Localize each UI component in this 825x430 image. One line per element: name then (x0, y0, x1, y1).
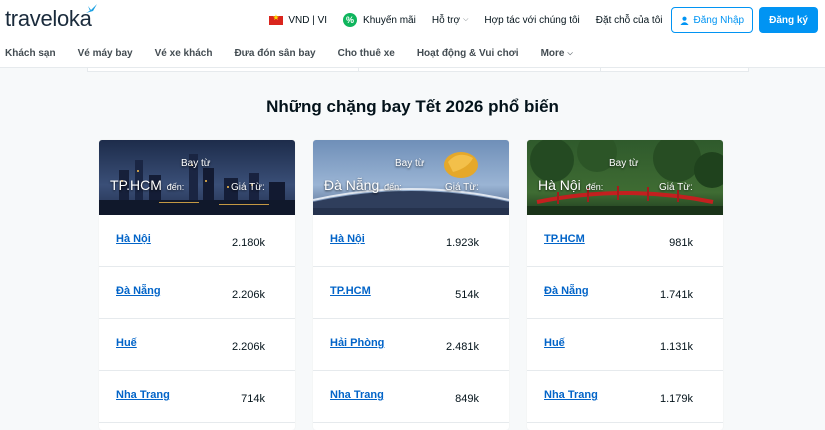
destination-link[interactable]: Huế (116, 337, 137, 349)
subnav-item-bus-tickets[interactable]: Vé xe khách (150, 48, 213, 59)
route-price: 2.481k (445, 341, 479, 353)
user-icon (679, 16, 689, 25)
route-row[interactable]: Hải Phòng 2.481k (313, 319, 509, 371)
vietnam-flag-icon (269, 13, 284, 25)
promo-link[interactable]: % Khuyến mãi (335, 13, 424, 27)
hero-origin-city: TP.HCM đến: (110, 177, 184, 193)
route-price: 1.131k (659, 341, 693, 353)
route-price: 714k (241, 393, 265, 405)
destination-link[interactable]: Nha Trang (544, 389, 598, 401)
route-card-danang: Bay từ Đà Nẵng đến: Giá Từ: Hà Nội 1.923… (313, 140, 509, 430)
hero-price-label: Giá Từ: (445, 182, 479, 193)
origin-city-name: Đà Nẵng (324, 177, 380, 193)
support-label: Hỗ trợ (431, 14, 461, 26)
hero-to-label: đến: (585, 182, 604, 192)
destination-link[interactable]: TP.HCM (330, 285, 371, 297)
partner-link[interactable]: Hợp tác với chúng tôi (476, 15, 587, 26)
currency-language-label: VND | VI (288, 14, 328, 26)
route-price: 514k (455, 289, 479, 301)
route-row[interactable]: Hà Nội 1.923k (313, 215, 509, 267)
route-row[interactable]: Nha Trang 849k (313, 371, 509, 423)
hero-origin-city: Đà Nẵng đến: (324, 177, 402, 193)
route-price: 2.180k (231, 237, 265, 249)
login-label: Đăng Nhập (693, 14, 745, 26)
route-row[interactable]: Đà Nẵng 1.741k (527, 267, 723, 319)
product-navigation: Khách sạn Vé máy bay Vé xe khách Đưa đón… (0, 40, 825, 68)
route-list: Hà Nội 1.923k TP.HCM 514k Hải Phòng 2.48… (313, 215, 509, 423)
route-card-hanoi: Bay từ Hà Nội đến: Giá Từ: TP.HCM 981k Đ… (527, 140, 723, 430)
subnav-item-hotels[interactable]: Khách sạn (0, 48, 56, 59)
search-panel-bottom-edge (87, 68, 749, 72)
route-price: 2.206k (231, 341, 265, 353)
percent-icon: % (343, 13, 358, 27)
hero-origin-city: Hà Nội đến: (538, 177, 603, 193)
route-price: 1.923k (445, 237, 479, 249)
route-list: Hà Nội 2.180k Đà Nẵng 2.206k Huế 2.206k … (99, 215, 295, 423)
subnav-item-activities[interactable]: Hoạt động & Vui chơi (412, 48, 519, 59)
route-row[interactable]: Hà Nội 2.180k (99, 215, 295, 267)
card-hero-hcm: Bay từ TP.HCM đến: Giá Từ: (99, 140, 295, 215)
top-navigation-bar: traveloka VND | VI % Khuyến mãi Hỗ trợ ⌵… (0, 0, 825, 40)
more-label: More (540, 48, 565, 59)
hero-from-label: Bay từ (609, 158, 639, 169)
route-row[interactable]: Nha Trang 714k (99, 371, 295, 423)
currency-language-selector[interactable]: VND | VI (261, 13, 335, 26)
signup-button[interactable]: Đăng ký (759, 7, 818, 33)
header-actions: VND | VI % Khuyến mãi Hỗ trợ ⌵ Hợp tác v… (261, 0, 825, 40)
support-menu[interactable]: Hỗ trợ ⌵ (424, 15, 477, 26)
destination-link[interactable]: Đà Nẵng (544, 285, 589, 297)
destination-link[interactable]: Đà Nẵng (116, 285, 161, 297)
destination-link[interactable]: Hà Nội (330, 233, 365, 245)
signup-label: Đăng ký (769, 14, 808, 26)
route-row[interactable]: Đà Nẵng 2.206k (99, 267, 295, 319)
subnav-item-car-rental[interactable]: Cho thuê xe (333, 48, 395, 59)
subnav-item-airport-transfer[interactable]: Đưa đón sân bay (229, 48, 315, 59)
origin-city-name: Hà Nội (538, 177, 581, 193)
hero-to-label: đến: (384, 182, 402, 192)
route-price: 1.179k (659, 393, 693, 405)
route-price: 2.206k (231, 289, 265, 301)
route-price: 1.741k (659, 289, 693, 301)
section-title: Những chặng bay Tết 2026 phổ biến (266, 97, 559, 116)
route-row[interactable]: TP.HCM 981k (527, 215, 723, 267)
destination-link[interactable]: Hà Nội (116, 233, 151, 245)
route-row[interactable]: Huế 1.131k (527, 319, 723, 371)
hero-price-label: Giá Từ: (659, 182, 693, 193)
hero-from-label: Bay từ (395, 158, 425, 169)
destination-link[interactable]: Hải Phòng (330, 337, 384, 349)
my-bookings-label: Đặt chỗ của tôi (595, 14, 663, 26)
route-list: TP.HCM 981k Đà Nẵng 1.741k Huế 1.131k Nh… (527, 215, 723, 423)
hero-to-label: đến: (166, 182, 185, 192)
promo-label: Khuyến mãi (363, 14, 416, 26)
chevron-down-icon: ⌵ (567, 49, 573, 57)
route-price: 981k (669, 237, 693, 249)
login-button[interactable]: Đăng Nhập (670, 7, 754, 33)
card-hero-danang: Bay từ Đà Nẵng đến: Giá Từ: (313, 140, 509, 215)
bird-logo-icon (86, 4, 97, 13)
route-card-hcm: Bay từ TP.HCM đến: Giá Từ: Hà Nội 2.180k… (99, 140, 295, 430)
traveloka-logo[interactable]: traveloka (5, 6, 92, 32)
destination-link[interactable]: Nha Trang (116, 389, 170, 401)
subnav-item-more[interactable]: More ⌵ (536, 48, 573, 59)
hero-from-label: Bay từ (181, 158, 211, 169)
destination-link[interactable]: TP.HCM (544, 233, 585, 245)
route-row[interactable]: TP.HCM 514k (313, 267, 509, 319)
destination-link[interactable]: Nha Trang (330, 389, 384, 401)
card-hero-hanoi: Bay từ Hà Nội đến: Giá Từ: (527, 140, 723, 215)
origin-city-name: TP.HCM (110, 177, 162, 193)
partner-label: Hợp tác với chúng tôi (484, 14, 580, 26)
destination-link[interactable]: Huế (544, 337, 565, 349)
my-bookings-link[interactable]: Đặt chỗ của tôi (588, 15, 671, 26)
chevron-down-icon: ⌵ (463, 16, 469, 23)
subnav-item-flights[interactable]: Vé máy bay (73, 48, 133, 59)
route-price: 849k (455, 393, 479, 405)
hero-price-label: Giá Từ: (231, 182, 265, 193)
route-row[interactable]: Nha Trang 1.179k (527, 371, 723, 423)
route-row[interactable]: Huế 2.206k (99, 319, 295, 371)
